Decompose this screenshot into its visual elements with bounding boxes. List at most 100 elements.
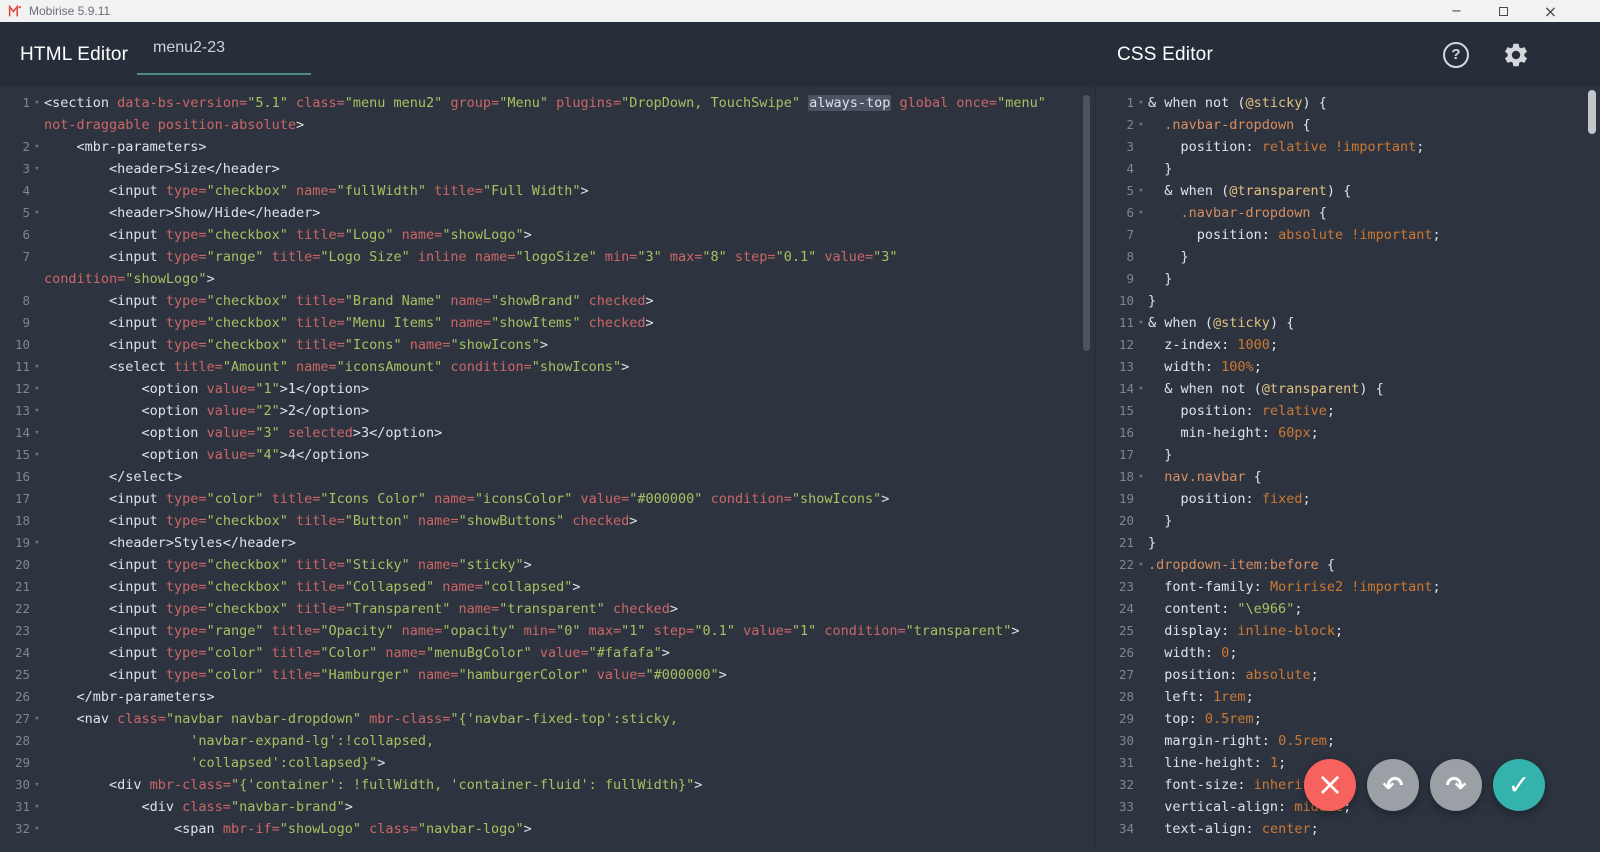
code-line[interactable]: 10}: [1108, 290, 1600, 312]
code-line[interactable]: 2▾ .navbar-dropdown {: [1108, 114, 1600, 136]
code-line[interactable]: 28 left: 1rem;: [1108, 686, 1600, 708]
code-line[interactable]: 15 position: relative;: [1108, 400, 1600, 422]
code-line[interactable]: 22▾.dropdown-item:before {: [1108, 554, 1600, 576]
code-line[interactable]: 25 display: inline-block;: [1108, 620, 1600, 642]
code-line[interactable]: 17 }: [1108, 444, 1600, 466]
code-line[interactable]: 6▾ .navbar-dropdown {: [1108, 202, 1600, 224]
code-line[interactable]: 15▾ <option value="4">4</option>: [4, 444, 1095, 466]
code-line[interactable]: 26 width: 0;: [1108, 642, 1600, 664]
code-line[interactable]: 13 width: 100%;: [1108, 356, 1600, 378]
fold-arrow-icon[interactable]: ▾: [30, 708, 44, 730]
code-line[interactable]: 4 <input type="checkbox" name="fullWidth…: [4, 180, 1095, 202]
code-line[interactable]: 6 <input type="checkbox" title="Logo" na…: [4, 224, 1095, 246]
code-line[interactable]: 1▾<section data-bs-version="5.1" class="…: [4, 92, 1095, 114]
fold-arrow-icon[interactable]: ▾: [30, 158, 44, 180]
cancel-button[interactable]: ×: [1304, 759, 1356, 811]
code-line[interactable]: 18▾ nav.navbar {: [1108, 466, 1600, 488]
code-line[interactable]: 11▾ <select title="Amount" name="iconsAm…: [4, 356, 1095, 378]
code-line[interactable]: 26 </mbr-parameters>: [4, 686, 1095, 708]
code-line[interactable]: 4 }: [1108, 158, 1600, 180]
fold-arrow-icon[interactable]: ▾: [30, 796, 44, 818]
code-line[interactable]: 30 margin-right: 0.5rem;: [1108, 730, 1600, 752]
code-line[interactable]: 21}: [1108, 532, 1600, 554]
code-line[interactable]: 22 <input type="checkbox" title="Transpa…: [4, 598, 1095, 620]
minimize-button[interactable]: −: [1433, 0, 1480, 22]
code-line[interactable]: condition="showLogo">: [4, 268, 1095, 290]
maximize-button[interactable]: [1480, 0, 1527, 22]
fold-arrow-icon[interactable]: ▾: [30, 422, 44, 444]
code-line[interactable]: 25 <input type="color" title="Hamburger"…: [4, 664, 1095, 686]
code-line[interactable]: 30▾ <div mbr-class="{'container': !fullW…: [4, 774, 1095, 796]
code-line[interactable]: not-draggable position-absolute>: [4, 114, 1095, 136]
code-line[interactable]: 19▾ <header>Styles</header>: [4, 532, 1095, 554]
fold-arrow-icon[interactable]: ▾: [30, 92, 44, 114]
fold-arrow-icon[interactable]: ▾: [1134, 92, 1148, 114]
code-line[interactable]: 10 <input type="checkbox" title="Icons" …: [4, 334, 1095, 356]
code-line[interactable]: 11▾& when (@sticky) {: [1108, 312, 1600, 334]
code-line[interactable]: 5▾ <header>Show/Hide</header>: [4, 202, 1095, 224]
fold-arrow-icon[interactable]: ▾: [30, 444, 44, 466]
editor-tab[interactable]: menu2-23: [137, 22, 311, 75]
fold-arrow-icon[interactable]: ▾: [1134, 554, 1148, 576]
code-line[interactable]: 28 'navbar-expand-lg':!collapsed,: [4, 730, 1095, 752]
code-line[interactable]: 9 <input type="checkbox" title="Menu Ite…: [4, 312, 1095, 334]
fold-arrow-icon[interactable]: ▾: [30, 202, 44, 224]
fold-arrow-icon[interactable]: ▾: [1134, 466, 1148, 488]
code-line[interactable]: 24 content: "\e966";: [1108, 598, 1600, 620]
code-line[interactable]: 12▾ <option value="1">1</option>: [4, 378, 1095, 400]
code-line[interactable]: 29 top: 0.5rem;: [1108, 708, 1600, 730]
fold-arrow-icon[interactable]: ▾: [30, 774, 44, 796]
code-line[interactable]: 16 min-height: 60px;: [1108, 422, 1600, 444]
code-line[interactable]: 8 }: [1108, 246, 1600, 268]
code-line[interactable]: 13▾ <option value="2">2</option>: [4, 400, 1095, 422]
code-line[interactable]: 8 <input type="checkbox" title="Brand Na…: [4, 290, 1095, 312]
code-line[interactable]: 12 z-index: 1000;: [1108, 334, 1600, 356]
fold-arrow-icon[interactable]: ▾: [1134, 378, 1148, 400]
code-line[interactable]: 18 <input type="checkbox" title="Button"…: [4, 510, 1095, 532]
redo-button[interactable]: ↷: [1430, 759, 1482, 811]
css-editor-panel[interactable]: 1▾& when not (@sticky) {2▾ .navbar-dropd…: [1096, 87, 1600, 852]
code-line[interactable]: 27▾ <nav class="navbar navbar-dropdown" …: [4, 708, 1095, 730]
fold-arrow-icon[interactable]: ▾: [1134, 180, 1148, 202]
code-line[interactable]: 20 <input type="checkbox" title="Sticky"…: [4, 554, 1095, 576]
code-line[interactable]: 5▾ & when (@transparent) {: [1108, 180, 1600, 202]
code-line[interactable]: 21 <input type="checkbox" title="Collaps…: [4, 576, 1095, 598]
code-line[interactable]: 16 </select>: [4, 466, 1095, 488]
code-line[interactable]: 31▾ <div class="navbar-brand">: [4, 796, 1095, 818]
code-line[interactable]: 23 <input type="range" title="Opacity" n…: [4, 620, 1095, 642]
code-line[interactable]: 17 <input type="color" title="Icons Colo…: [4, 488, 1095, 510]
undo-button[interactable]: ↶: [1367, 759, 1419, 811]
code-line[interactable]: 27 position: absolute;: [1108, 664, 1600, 686]
code-line[interactable]: 2▾ <mbr-parameters>: [4, 136, 1095, 158]
code-line[interactable]: 32▾ <span mbr-if="showLogo" class="navba…: [4, 818, 1095, 840]
html-editor-scrollbar-thumb[interactable]: [1083, 95, 1090, 351]
fold-arrow-icon[interactable]: ▾: [30, 136, 44, 158]
help-button[interactable]: ?: [1443, 42, 1469, 68]
css-editor-scrollbar-thumb[interactable]: [1588, 90, 1596, 134]
code-line[interactable]: 29 'collapsed':collapsed}">: [4, 752, 1095, 774]
fold-arrow-icon[interactable]: ▾: [30, 378, 44, 400]
close-window-button[interactable]: ×: [1527, 0, 1574, 22]
code-line[interactable]: 7 <input type="range" title="Logo Size" …: [4, 246, 1095, 268]
code-line[interactable]: 19 position: fixed;: [1108, 488, 1600, 510]
code-line[interactable]: 14▾ <option value="3" selected>3</option…: [4, 422, 1095, 444]
fold-arrow-icon[interactable]: ▾: [30, 818, 44, 840]
code-line[interactable]: 3 position: relative !important;: [1108, 136, 1600, 158]
confirm-button[interactable]: ✓: [1493, 759, 1545, 811]
code-line[interactable]: 1▾& when not (@sticky) {: [1108, 92, 1600, 114]
code-line[interactable]: 7 position: absolute !important;: [1108, 224, 1600, 246]
fold-arrow-icon[interactable]: ▾: [30, 400, 44, 422]
html-editor-panel[interactable]: 1▾<section data-bs-version="5.1" class="…: [0, 87, 1096, 852]
fold-arrow-icon[interactable]: ▾: [1134, 114, 1148, 136]
fold-arrow-icon[interactable]: ▾: [30, 532, 44, 554]
code-line[interactable]: 24 <input type="color" title="Color" nam…: [4, 642, 1095, 664]
code-line[interactable]: 14▾ & when not (@transparent) {: [1108, 378, 1600, 400]
fold-arrow-icon[interactable]: ▾: [1134, 202, 1148, 224]
code-line[interactable]: 34 text-align: center;: [1108, 818, 1600, 840]
code-line[interactable]: 20 }: [1108, 510, 1600, 532]
fold-arrow-icon[interactable]: ▾: [1134, 312, 1148, 334]
settings-button[interactable]: [1500, 39, 1532, 71]
code-line[interactable]: 3▾ <header>Size</header>: [4, 158, 1095, 180]
fold-arrow-icon[interactable]: ▾: [30, 356, 44, 378]
code-line[interactable]: 23 font-family: Moririse2 !important;: [1108, 576, 1600, 598]
